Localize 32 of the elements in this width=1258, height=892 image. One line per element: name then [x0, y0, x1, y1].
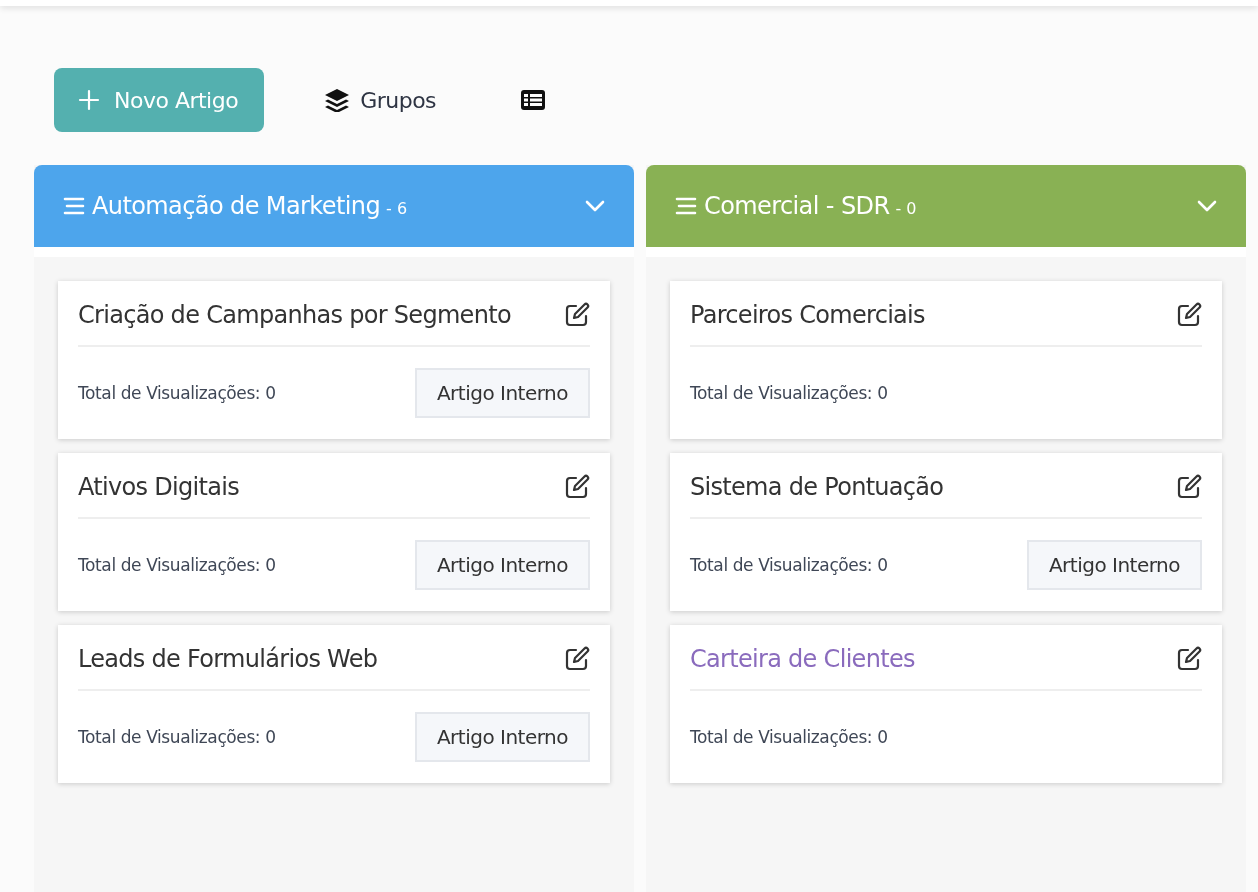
views-count: Total de Visualizações: 0 — [78, 727, 276, 747]
article-title-link[interactable]: Ativos Digitais — [78, 473, 239, 501]
column-title: Automação de Marketing — [92, 192, 381, 220]
chevron-down-icon[interactable] — [584, 199, 606, 213]
article-type-button[interactable]: Artigo Interno — [414, 712, 590, 762]
views-count: Total de Visualizações: 0 — [690, 727, 888, 747]
column-count: - 0 — [895, 199, 917, 218]
views-count: Total de Visualizações: 0 — [690, 383, 888, 403]
groups-button[interactable]: Grupos — [324, 87, 437, 113]
edit-icon[interactable] — [564, 646, 590, 672]
edit-icon[interactable] — [564, 302, 590, 328]
article-title-link[interactable]: Leads de Formulários Web — [78, 645, 378, 673]
article-type-button[interactable]: Artigo Interno — [414, 368, 590, 418]
column-count: - 6 — [386, 199, 408, 218]
menu-icon[interactable] — [62, 196, 86, 216]
article-title-link[interactable]: Sistema de Pontuação — [690, 473, 944, 501]
views-count: Total de Visualizações: 0 — [690, 555, 888, 575]
article-title-link[interactable]: Carteira de Clientes — [690, 645, 915, 673]
views-count: Total de Visualizações: 0 — [78, 383, 276, 403]
views-count: Total de Visualizações: 0 — [78, 555, 276, 575]
edit-icon[interactable] — [1176, 474, 1202, 500]
layers-icon — [324, 88, 351, 112]
edit-icon[interactable] — [1176, 646, 1202, 672]
table-view-icon[interactable] — [520, 89, 547, 111]
article-type-button[interactable]: Artigo Interno — [414, 540, 590, 590]
article-title-link[interactable]: Parceiros Comerciais — [690, 301, 925, 329]
plus-icon — [78, 89, 100, 111]
column-title: Comercial - SDR — [704, 192, 890, 220]
edit-icon[interactable] — [1176, 302, 1202, 328]
article-type-button[interactable]: Artigo Interno — [1026, 540, 1202, 590]
article-title-link[interactable]: Criação de Campanhas por Segmento — [78, 301, 511, 329]
edit-icon[interactable] — [564, 474, 590, 500]
